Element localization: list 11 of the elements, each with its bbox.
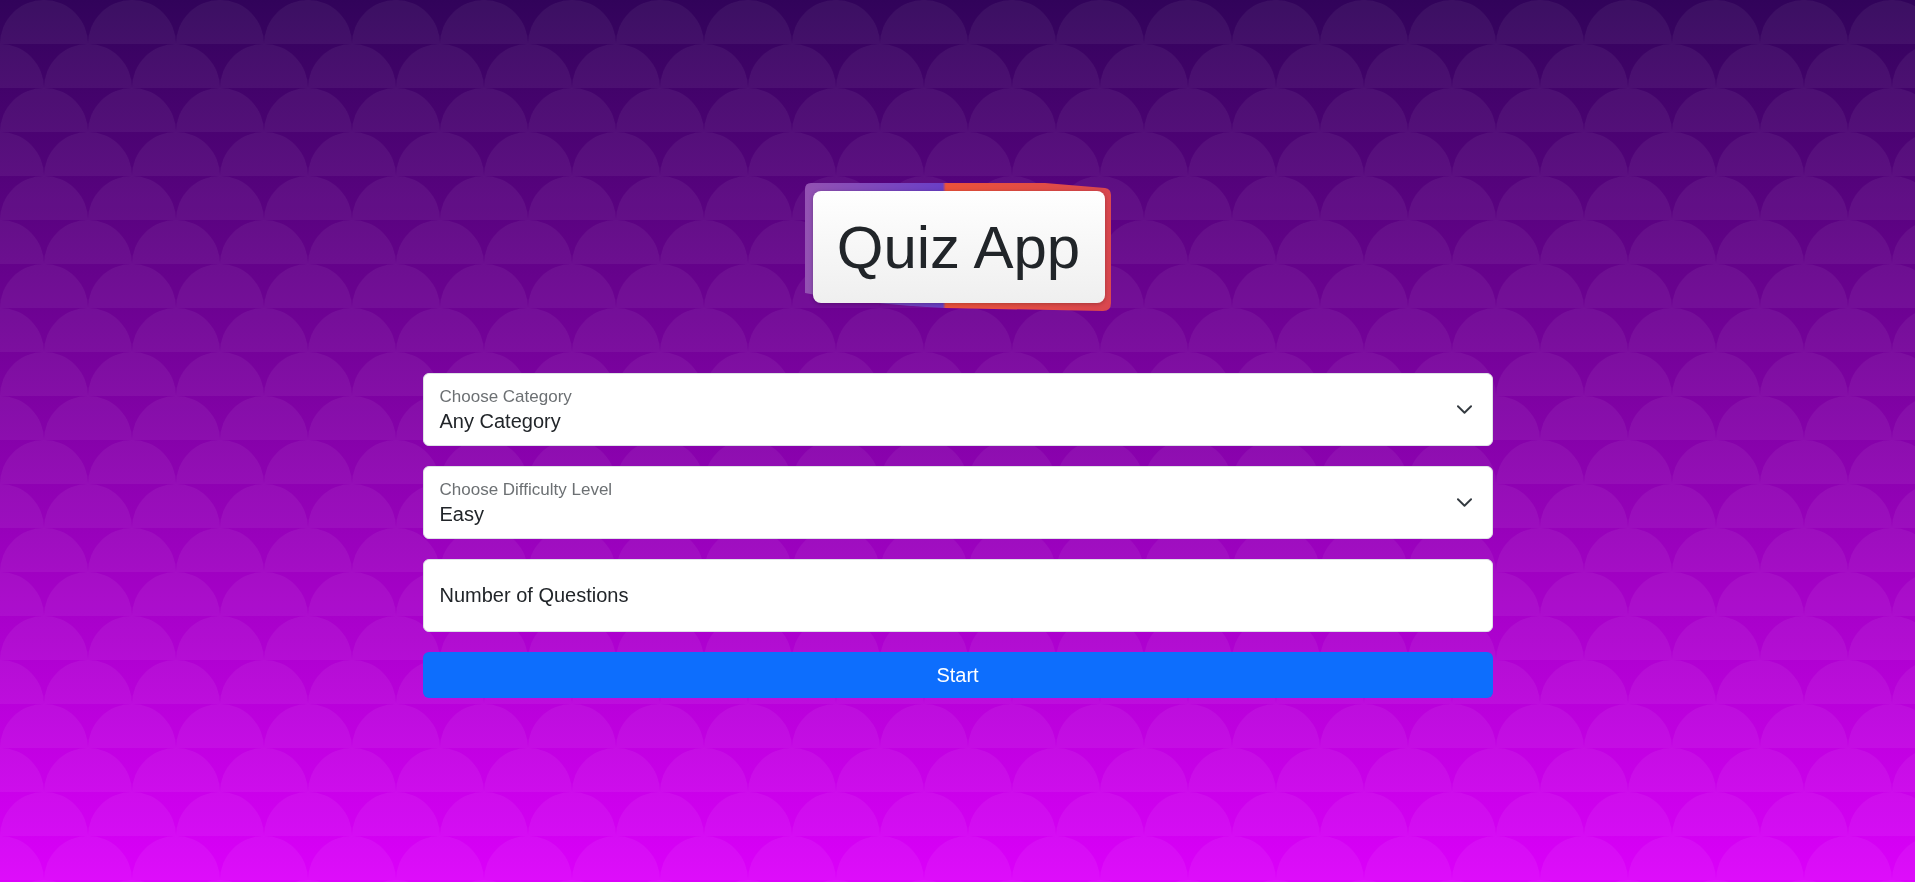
selected-value: Any Category [439,408,562,433]
field-label: Choose Difficulty Level [439,479,613,500]
app-title: Quiz App [812,191,1105,303]
chevron-down-icon [1456,405,1472,414]
selected-value: Easy [439,501,485,526]
start-button[interactable]: Start [422,652,1493,698]
dropdown-select[interactable]: Choose Difficulty Level Easy [422,466,1493,539]
field-label: Choose Category [439,386,572,407]
number-input[interactable]: Number of Questions [422,559,1493,632]
dropdown-select[interactable]: Choose Category Any Category [422,373,1493,446]
chevron-down-icon [1456,498,1472,507]
